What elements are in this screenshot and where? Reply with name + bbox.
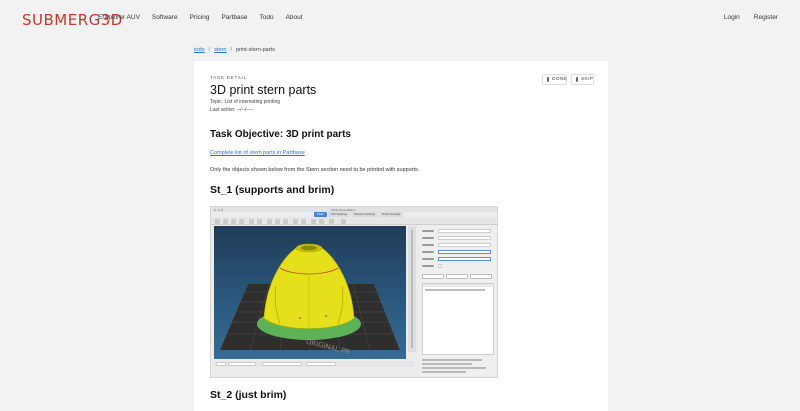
task-topic: Topic: List of interesting printing [210,99,281,105]
slicer-window-title: Slic3r Prusa Edition [331,207,356,212]
auth-links: Login Register [710,14,778,21]
stern-part-render: ORIGINAL PR [219,243,401,356]
login-link[interactable]: Login [724,14,740,21]
breadcrumb-separator: / [230,47,233,53]
nav-link-partbase[interactable]: Partbase [221,14,247,21]
slicer-3d-viewport: ORIGINAL PR [214,226,406,359]
nav-link-pricing[interactable]: Pricing [190,14,210,21]
objective-heading: Task Objective: 3D print parts [210,129,351,140]
task-detail-eyebrow: TASK DETAIL [210,75,247,80]
done-button-label: DONE [552,77,568,82]
section-heading-st2: St_2 (just brim) [210,389,287,401]
window-controls-icon [214,208,223,211]
breadcrumb: todo / stern / print-stern-parts [194,47,275,53]
slicer-settings-panel [420,226,497,376]
skip-button[interactable]: SKIP [571,74,594,85]
register-link[interactable]: Register [754,14,778,21]
slicer-info-box [422,359,494,375]
breadcrumb-stern[interactable]: stern [214,47,226,53]
main-nav-links: E/Xplorer AUV Software Pricing Partbase … [98,14,315,21]
task-last-action: Last action: --/--/---- [210,107,254,113]
checkbox-icon [576,77,578,82]
breadcrumb-separator: / [208,47,211,53]
slicer-toolbar [211,217,497,225]
slicer-export-buttons [291,369,351,375]
layer-slider [408,226,416,352]
slicer-bottom-controls [214,361,414,367]
page-title: 3D print stern parts [210,83,317,97]
partbase-link[interactable]: Complete list of stern parts in Partbase [210,150,305,156]
done-button[interactable]: DONE [542,74,567,85]
slicer-screenshot: Slic3r Prusa Edition Plater Print Settin… [210,206,498,378]
nav-link-software[interactable]: Software [152,14,178,21]
slicer-object-list [422,283,494,355]
section-heading-st1: St_1 (supports and brim) [210,184,335,196]
nav-link-about[interactable]: About [286,14,303,21]
task-detail-card: TASK DETAIL 3D print stern parts Topic: … [194,61,608,411]
checkbox-icon [547,77,549,82]
instruction-text: Only the objects shown below from the St… [210,167,420,173]
skip-button-label: SKIP [581,77,594,82]
breadcrumb-current: print-stern-parts [236,47,275,53]
stern-part-bore [301,245,317,251]
nav-link-explorer-auv[interactable]: E/Xplorer AUV [98,14,140,21]
slicer-action-buttons [422,274,492,279]
breadcrumb-todo[interactable]: todo [194,47,205,53]
top-navigation: SUBMERG3D E/Xplorer AUV Software Pricing… [0,0,800,38]
nav-link-todo[interactable]: Todo [259,14,273,21]
